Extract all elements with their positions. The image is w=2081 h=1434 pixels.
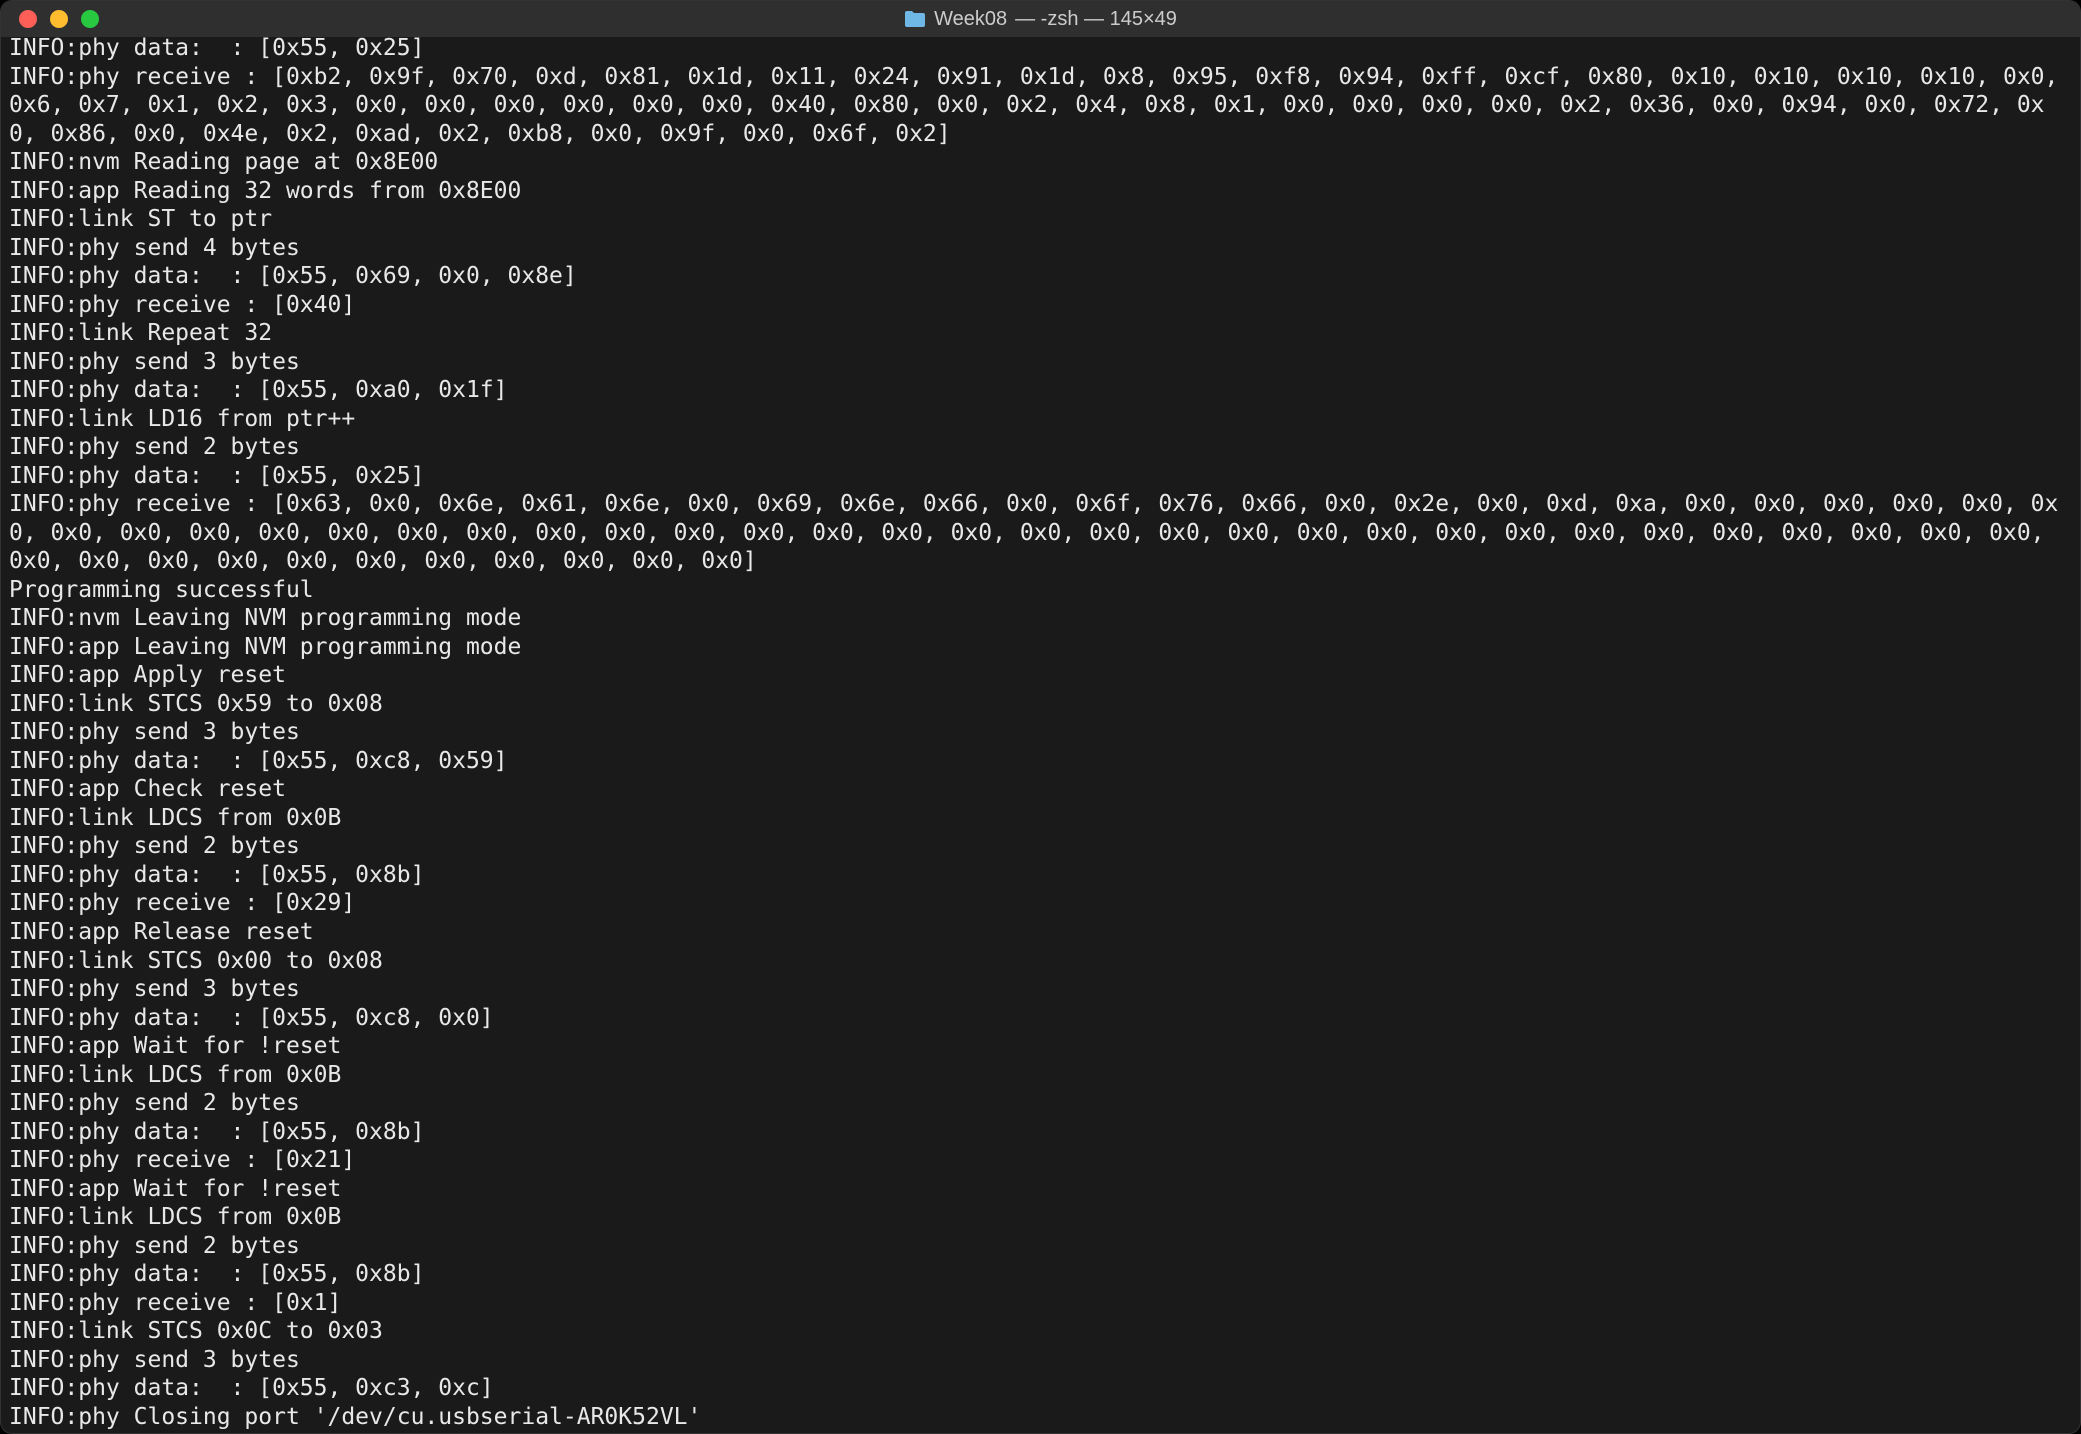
terminal-line: INFO:phy send 3 bytes [9, 975, 2072, 1004]
terminal-line: INFO:app Release reset [9, 918, 2072, 947]
terminal-line: INFO:phy receive : [0x63, 0x0, 0x6e, 0x6… [9, 490, 2072, 576]
terminal-line: INFO:link LDCS from 0x0B [9, 1203, 2072, 1232]
terminal-line: INFO:phy Closing port '/dev/cu.usbserial… [9, 1403, 2072, 1432]
terminal-line: INFO:phy send 3 bytes [9, 718, 2072, 747]
terminal-line: INFO:app Check reset [9, 775, 2072, 804]
terminal-line: INFO:phy data: : [0x55, 0x8b] [9, 861, 2072, 890]
terminal-line: INFO:phy send 3 bytes [9, 348, 2072, 377]
terminal-line: INFO:phy receive : [0x40] [9, 291, 2072, 320]
terminal-line: INFO:link STCS 0x0C to 0x03 [9, 1317, 2072, 1346]
terminal-line: INFO:link LD16 from ptr++ [9, 405, 2072, 434]
terminal-line: INFO:nvm Leaving NVM programming mode [9, 604, 2072, 633]
window-title: Week08 — -zsh — 145×49 [1, 8, 2080, 31]
terminal-line: INFO:phy send 2 bytes [9, 1089, 2072, 1118]
terminal-line: INFO:app Wait for !reset [9, 1175, 2072, 1204]
terminal-line: INFO:link LDCS from 0x0B [9, 1061, 2072, 1090]
terminal-output[interactable]: INFO:phy data: : [0x55, 0x25]INFO:phy re… [1, 37, 2080, 1433]
titlebar[interactable]: Week08 — -zsh — 145×49 [1, 1, 2080, 37]
terminal-line: INFO:phy receive : [0x21] [9, 1146, 2072, 1175]
terminal-line: INFO:phy data: : [0x55, 0x8b] [9, 1260, 2072, 1289]
terminal-line: INFO:phy data: : [0x55, 0x69, 0x0, 0x8e] [9, 262, 2072, 291]
close-button[interactable] [19, 10, 37, 28]
terminal-line: INFO:phy send 2 bytes [9, 433, 2072, 462]
terminal-line: INFO:phy data: : [0x55, 0x8b] [9, 1118, 2072, 1147]
terminal-line: INFO:phy receive : [0x1] [9, 1289, 2072, 1318]
title-folder-name: Week08 [934, 8, 1007, 31]
terminal-line: INFO:phy send 4 bytes [9, 234, 2072, 263]
terminal-line: INFO:phy data: : [0x55, 0xc8, 0x59] [9, 747, 2072, 776]
terminal-line: INFO:phy receive : [0xb2, 0x9f, 0x70, 0x… [9, 63, 2072, 149]
terminal-line: INFO:link Repeat 32 [9, 319, 2072, 348]
terminal-line: INFO:link STCS 0x00 to 0x08 [9, 947, 2072, 976]
terminal-line: INFO:phy send 3 bytes [9, 1346, 2072, 1375]
terminal-line: INFO:phy send 2 bytes [9, 832, 2072, 861]
folder-icon [904, 10, 926, 28]
terminal-line: INFO:phy data: : [0x55, 0x25] [9, 37, 2072, 63]
terminal-line: INFO:phy data: : [0x55, 0xc8, 0x0] [9, 1004, 2072, 1033]
terminal-line: INFO:phy data: : [0x55, 0xa0, 0x1f] [9, 376, 2072, 405]
terminal-line: INFO:phy send 2 bytes [9, 1232, 2072, 1261]
terminal-line: INFO:app Leaving NVM programming mode [9, 633, 2072, 662]
terminal-window: Week08 — -zsh — 145×49 INFO:phy data: : … [0, 0, 2081, 1434]
terminal-line: INFO:app Wait for !reset [9, 1032, 2072, 1061]
terminal-line: INFO:link ST to ptr [9, 205, 2072, 234]
maximize-button[interactable] [81, 10, 99, 28]
terminal-line: INFO:link STCS 0x59 to 0x08 [9, 690, 2072, 719]
terminal-line: INFO:phy data: : [0x55, 0x25] [9, 462, 2072, 491]
traffic-lights [1, 10, 99, 28]
terminal-line: INFO:app Apply reset [9, 661, 2072, 690]
terminal-line: INFO:nvm Reading page at 0x8E00 [9, 148, 2072, 177]
terminal-line: INFO:app Reading 32 words from 0x8E00 [9, 177, 2072, 206]
terminal-line: INFO:phy receive : [0x29] [9, 889, 2072, 918]
minimize-button[interactable] [50, 10, 68, 28]
terminal-line: Programming successful [9, 576, 2072, 605]
terminal-line: INFO:link LDCS from 0x0B [9, 804, 2072, 833]
terminal-line: INFO:phy data: : [0x55, 0xc3, 0xc] [9, 1374, 2072, 1403]
title-rest: — -zsh — 145×49 [1015, 8, 1177, 31]
